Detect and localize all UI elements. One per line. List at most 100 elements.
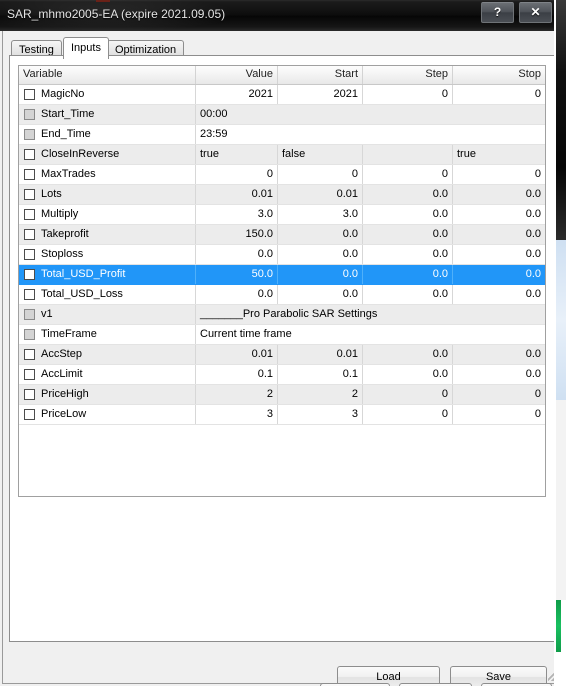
cell-value[interactable]: 00:00 (196, 105, 545, 124)
cell-variable[interactable]: CloseInReverse (19, 145, 196, 164)
cell-variable[interactable]: End_Time (19, 125, 196, 144)
table-row[interactable]: Lots 0.01 0.01 0.0 0.0 (19, 185, 545, 205)
cell-start[interactable]: 0.0 (278, 225, 363, 244)
cell-variable[interactable]: MagicNo (19, 85, 196, 104)
cell-stop[interactable]: 0.0 (453, 225, 545, 244)
cell-variable[interactable]: Start_Time (19, 105, 196, 124)
table-row[interactable]: v1 _______Pro Parabolic SAR Settings (19, 305, 545, 325)
cell-value[interactable]: 0.01 (196, 345, 278, 364)
cell-variable[interactable]: Total_USD_Profit (19, 265, 196, 284)
cell-start[interactable]: 0.0 (278, 285, 363, 304)
cell-step[interactable]: 0.0 (363, 345, 453, 364)
table-row[interactable]: PriceHigh 2 2 0 0 (19, 385, 545, 405)
table-row[interactable]: End_Time 23:59 (19, 125, 545, 145)
cell-stop[interactable]: 0.0 (453, 345, 545, 364)
cell-variable[interactable]: Stoploss (19, 245, 196, 264)
table-row[interactable]: MagicNo 2021 2021 0 0 (19, 85, 545, 105)
cell-value[interactable]: 0.01 (196, 185, 278, 204)
cell-value[interactable]: 3 (196, 405, 278, 424)
cell-variable[interactable]: PriceHigh (19, 385, 196, 404)
cell-stop[interactable]: 0.0 (453, 365, 545, 384)
cell-value[interactable]: 3.0 (196, 205, 278, 224)
cell-variable[interactable]: TimeFrame (19, 325, 196, 344)
cell-step[interactable]: 0.0 (363, 265, 453, 284)
table-row[interactable]: Start_Time 00:00 (19, 105, 545, 125)
cell-start[interactable]: 0.01 (278, 345, 363, 364)
cell-variable[interactable]: Lots (19, 185, 196, 204)
tab-inputs[interactable]: Inputs (63, 37, 109, 59)
title-bar[interactable]: SAR_mhmo2005-EA (expire 2021.09.05) ? ✕ (0, 0, 566, 31)
cell-value[interactable]: 2021 (196, 85, 278, 104)
close-button[interactable]: ✕ (519, 2, 552, 23)
cell-stop[interactable]: 0.0 (453, 185, 545, 204)
cell-start[interactable]: 3 (278, 405, 363, 424)
cell-value[interactable]: 2 (196, 385, 278, 404)
table-row[interactable]: AccStep 0.01 0.01 0.0 0.0 (19, 345, 545, 365)
column-header-start[interactable]: Start (278, 66, 363, 84)
cell-start[interactable]: 0.1 (278, 365, 363, 384)
column-header-step[interactable]: Step (363, 66, 453, 84)
cell-value[interactable]: true (196, 145, 278, 164)
cell-variable[interactable]: Multiply (19, 205, 196, 224)
table-row[interactable]: MaxTrades 0 0 0 0 (19, 165, 545, 185)
cell-step[interactable]: 0.0 (363, 185, 453, 204)
cell-stop[interactable]: 0 (453, 165, 545, 184)
cell-start[interactable]: false (278, 145, 363, 164)
table-row[interactable]: AccLimit 0.1 0.1 0.0 0.0 (19, 365, 545, 385)
inputs-grid[interactable]: Variable Value Start Step Stop MagicNo 20… (18, 65, 546, 497)
cell-stop[interactable]: 0.0 (453, 285, 545, 304)
cell-step[interactable]: 0.0 (363, 365, 453, 384)
cell-value[interactable]: Current time frame (196, 325, 545, 344)
cell-start[interactable]: 2021 (278, 85, 363, 104)
cell-variable[interactable]: v1 (19, 305, 196, 324)
cell-value[interactable]: 0.0 (196, 245, 278, 264)
cell-start[interactable]: 0.0 (278, 265, 363, 284)
column-header-value[interactable]: Value (196, 66, 278, 84)
cell-variable[interactable]: PriceLow (19, 405, 196, 424)
cell-step[interactable] (363, 145, 453, 164)
cell-variable[interactable]: MaxTrades (19, 165, 196, 184)
cell-start[interactable]: 2 (278, 385, 363, 404)
cell-step[interactable]: 0.0 (363, 245, 453, 264)
cell-value[interactable]: 0.0 (196, 285, 278, 304)
cell-step[interactable]: 0.0 (363, 225, 453, 244)
cell-stop[interactable]: 0 (453, 405, 545, 424)
cell-stop[interactable]: 0 (453, 385, 545, 404)
cell-step[interactable]: 0.0 (363, 205, 453, 224)
cell-step[interactable]: 0 (363, 85, 453, 104)
cell-step[interactable]: 0 (363, 405, 453, 424)
cell-stop[interactable]: 0.0 (453, 265, 545, 284)
table-row[interactable]: TimeFrame Current time frame (19, 325, 545, 345)
column-header-variable[interactable]: Variable (19, 66, 196, 84)
table-row[interactable]: Total_USD_Loss 0.0 0.0 0.0 0.0 (19, 285, 545, 305)
cell-variable[interactable]: Takeprofit (19, 225, 196, 244)
cell-stop[interactable]: 0 (453, 85, 545, 104)
cell-stop[interactable]: 0.0 (453, 205, 545, 224)
cell-step[interactable]: 0.0 (363, 285, 453, 304)
cell-start[interactable]: 0 (278, 165, 363, 184)
cell-value[interactable]: 0.1 (196, 365, 278, 384)
cell-variable[interactable]: AccStep (19, 345, 196, 364)
table-row[interactable]: CloseInReverse true false true (19, 145, 545, 165)
cell-start[interactable]: 3.0 (278, 205, 363, 224)
cell-value[interactable]: 50.0 (196, 265, 278, 284)
cell-variable[interactable]: AccLimit (19, 365, 196, 384)
cell-value[interactable]: 150.0 (196, 225, 278, 244)
help-button[interactable]: ? (481, 2, 514, 23)
cell-step[interactable]: 0 (363, 385, 453, 404)
table-row[interactable]: Multiply 3.0 3.0 0.0 0.0 (19, 205, 545, 225)
cell-stop[interactable]: 0.0 (453, 245, 545, 264)
table-row[interactable]: Stoploss 0.0 0.0 0.0 0.0 (19, 245, 545, 265)
table-row[interactable]: Takeprofit 150.0 0.0 0.0 0.0 (19, 225, 545, 245)
cell-start[interactable]: 0.0 (278, 245, 363, 264)
table-row[interactable]: Total_USD_Profit 50.0 0.0 0.0 0.0 (19, 265, 545, 285)
cell-value[interactable]: 0 (196, 165, 278, 184)
cell-value[interactable]: 23:59 (196, 125, 545, 144)
cell-variable[interactable]: Total_USD_Loss (19, 285, 196, 304)
cell-start[interactable]: 0.01 (278, 185, 363, 204)
cell-value[interactable]: _______Pro Parabolic SAR Settings (196, 305, 545, 324)
cell-stop[interactable]: true (453, 145, 545, 164)
cell-step[interactable]: 0 (363, 165, 453, 184)
table-row[interactable]: PriceLow 3 3 0 0 (19, 405, 545, 425)
column-header-stop[interactable]: Stop (453, 66, 545, 84)
